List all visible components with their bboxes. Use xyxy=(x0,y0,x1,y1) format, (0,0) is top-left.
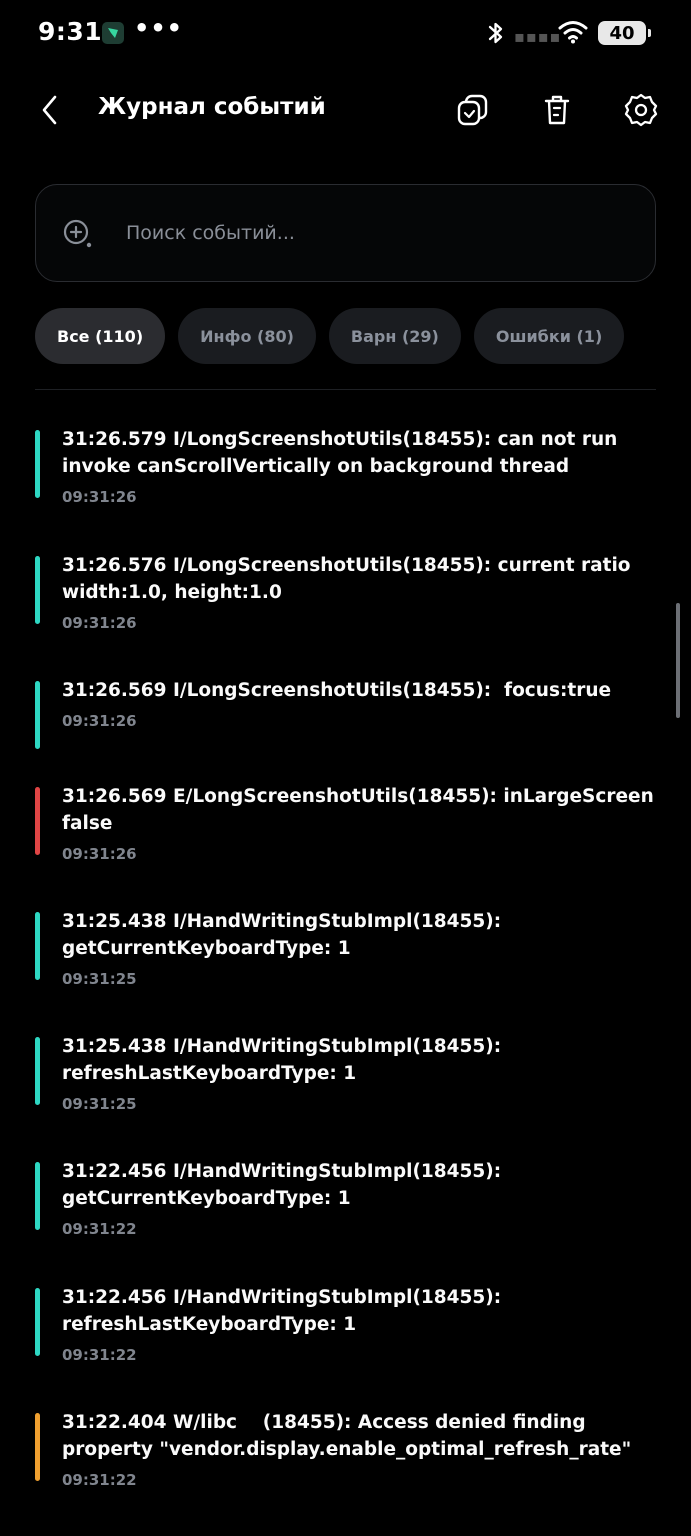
filter-chip-all[interactable]: Все (110) xyxy=(35,308,166,364)
log-message: 31:26.569 E/LongScreenshotUtils(18455): … xyxy=(62,786,661,834)
log-timestamp: 09:31:26 xyxy=(62,614,137,632)
delete-button[interactable] xyxy=(535,88,579,132)
notification-dots: ••• xyxy=(134,14,184,42)
scrollbar[interactable] xyxy=(676,603,680,718)
bluetooth-icon xyxy=(486,20,506,50)
page-title: Журнал событий xyxy=(98,94,326,120)
filter-chip-errors[interactable]: Ошибки (1) xyxy=(473,308,625,364)
search-input[interactable] xyxy=(126,213,626,253)
log-level-indicator xyxy=(35,1037,40,1105)
log-level-indicator xyxy=(35,787,40,855)
log-level-indicator xyxy=(35,1413,40,1481)
app-badge-icon xyxy=(102,22,124,44)
wifi-icon xyxy=(558,20,588,48)
back-button[interactable] xyxy=(30,90,70,130)
log-level-indicator xyxy=(35,912,40,980)
log-level-indicator xyxy=(35,1288,40,1356)
log-level-indicator xyxy=(35,430,40,498)
copy-button[interactable] xyxy=(451,88,495,132)
log-timestamp: 09:31:25 xyxy=(62,1095,137,1113)
log-timestamp: 09:31:22 xyxy=(62,1220,137,1238)
log-level-indicator xyxy=(35,1162,40,1230)
gear-icon xyxy=(624,93,658,127)
app-header: Журнал событий xyxy=(0,70,691,150)
log-timestamp: 09:31:26 xyxy=(62,488,137,506)
battery-icon: 40 xyxy=(598,21,651,45)
settings-button[interactable] xyxy=(619,88,663,132)
log-level-indicator xyxy=(35,681,40,749)
log-message: 31:25.438 I/HandWritingStubImpl(18455): … xyxy=(62,911,508,959)
log-message: 31:26.569 I/LongScreenshotUtils(18455): … xyxy=(62,680,612,701)
back-icon xyxy=(42,95,57,125)
log-message: 31:22.456 I/HandWritingStubImpl(18455): … xyxy=(62,1287,508,1335)
log-timestamp: 09:31:25 xyxy=(62,970,137,988)
trash-icon xyxy=(544,95,570,125)
filter-chip-info[interactable]: Инфо (80) xyxy=(178,308,316,364)
log-message: 31:22.456 I/HandWritingStubImpl(18455): … xyxy=(62,1161,508,1209)
log-message: 31:26.579 I/LongScreenshotUtils(18455): … xyxy=(62,429,624,477)
log-timestamp: 09:31:22 xyxy=(62,1471,137,1489)
log-level-indicator xyxy=(35,556,40,624)
log-list[interactable]: 31:26.579 I/LongScreenshotUtils(18455): … xyxy=(0,390,691,1536)
signal-icon: ▪▪▪▪ xyxy=(514,27,562,46)
filter-chip-warn[interactable]: Варн (29) xyxy=(328,308,461,364)
search-icon xyxy=(62,218,94,254)
log-timestamp: 09:31:26 xyxy=(62,845,137,863)
filter-chips: Все (110) Инфо (80) Варн (29) Ошибки (1) xyxy=(35,308,625,364)
log-message: 31:26.576 I/LongScreenshotUtils(18455): … xyxy=(62,555,637,603)
log-timestamp: 09:31:26 xyxy=(62,712,137,730)
copy-icon xyxy=(457,94,488,126)
search-bar[interactable] xyxy=(35,184,656,282)
log-message: 31:25.438 I/HandWritingStubImpl(18455): … xyxy=(62,1036,508,1084)
status-time: 9:31 xyxy=(38,17,103,46)
log-timestamp: 09:31:22 xyxy=(62,1346,137,1364)
status-bar: 9:31 ••• ▪▪▪▪ 40 xyxy=(0,0,691,66)
log-message: 31:22.404 W/libc (18455): Access denied … xyxy=(62,1412,632,1460)
